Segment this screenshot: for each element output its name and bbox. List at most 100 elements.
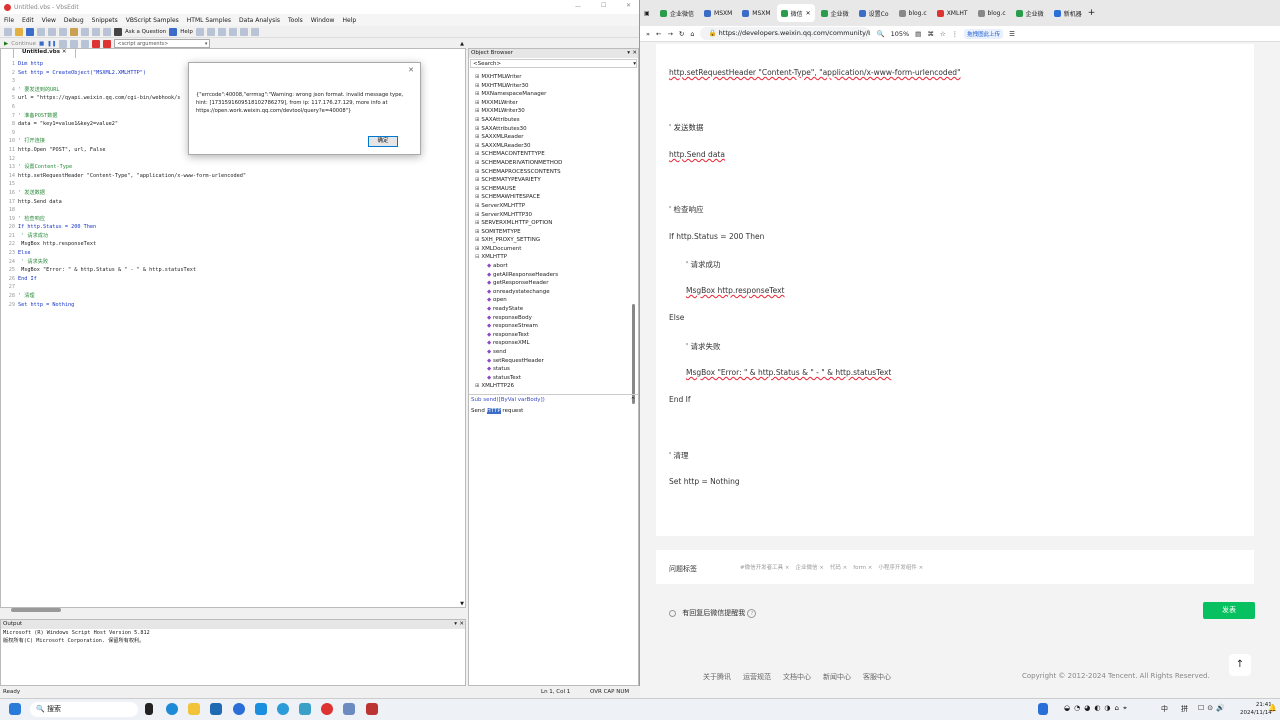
maximize-icon[interactable]: ☐ (601, 2, 606, 9)
object-browser-item[interactable]: ◆ setRequestHeader (475, 357, 625, 366)
browser-tab[interactable]: 微信 ✕ (776, 4, 815, 22)
code-line[interactable]: 13 ' 设置Content-Type (1, 163, 465, 172)
tool-icon-2[interactable] (206, 27, 215, 36)
continue-icon[interactable]: ▶ (4, 41, 8, 47)
footer-link[interactable]: 运营规范 (743, 672, 771, 682)
vertical-scrollbar[interactable] (632, 304, 635, 404)
cut-icon[interactable] (48, 27, 56, 36)
object-browser-item[interactable]: ⊞ MXXMLWriter (475, 99, 625, 108)
object-browser-item[interactable]: ⊞ SCHEMADERIVATIONMETHOD (475, 159, 625, 168)
object-browser-item[interactable]: ◆ abort (475, 262, 625, 271)
ime-indicator[interactable]: 中 (1161, 704, 1168, 714)
paste-icon[interactable] (70, 27, 78, 36)
extension-badge[interactable]: 拖拽图此上传 (964, 28, 1004, 39)
redo-icon[interactable] (92, 27, 100, 36)
copy-icon[interactable] (59, 27, 67, 36)
object-browser-item[interactable]: ⊞ ServerXMLHTTP30 (475, 211, 625, 220)
tag-chip[interactable]: 企业微信 × (795, 563, 823, 571)
sidebar-toggle-icon[interactable]: » (646, 30, 650, 38)
code-line[interactable]: 15 (1, 180, 465, 189)
output-pin-icon[interactable]: ▾ (454, 620, 457, 629)
panel-close-icon[interactable]: ✕ (632, 49, 637, 58)
object-browser-search[interactable]: <Search> ▾ (470, 59, 637, 68)
tray-icons[interactable]: ◒◔◕◐◑⌂⌖ (1064, 704, 1131, 713)
menu-window[interactable]: Window (311, 17, 335, 24)
tag-chip[interactable]: #微信开发者工具 × (740, 563, 789, 571)
object-browser-item[interactable]: ⊞ XMLHTTP26 (475, 382, 625, 391)
menu-html-samples[interactable]: HTML Samples (187, 17, 231, 24)
tag-remove-icon[interactable]: × (866, 565, 873, 571)
object-browser-item[interactable]: ⊞ SXH_PROXY_SETTING (475, 236, 625, 245)
task-view-icon[interactable] (145, 703, 153, 715)
menu-file[interactable]: File (4, 17, 14, 24)
code-line[interactable]: 18 (1, 206, 465, 215)
favorite-icon[interactable]: ☆ (940, 30, 946, 38)
code-line[interactable]: 28 ' 清理 (1, 292, 465, 301)
tool-icon-3[interactable] (217, 27, 226, 36)
object-browser-item[interactable]: ⊞ MXNamespaceManager (475, 90, 625, 99)
object-browser-item[interactable]: ⊞ SCHEMACONTENTTYPE (475, 150, 625, 159)
menu-data-analysis[interactable]: Data Analysis (239, 17, 280, 24)
tool-icon-6[interactable] (250, 27, 259, 36)
object-browser-item[interactable]: ⊞ MXHTMLWriter (475, 73, 625, 82)
search-app-icon[interactable] (233, 703, 245, 715)
stop-icon[interactable]: ■ (39, 41, 44, 47)
save-icon[interactable] (26, 27, 34, 36)
new-file-icon[interactable] (4, 27, 12, 36)
vbsedit-taskbar-icon[interactable] (366, 703, 378, 715)
object-browser-item[interactable]: ◆ statusText (475, 374, 625, 383)
code-line[interactable]: 20 If http.Status = 200 Then (1, 223, 465, 232)
url-field[interactable]: 🔒 https://developers.weixin.qq.com/commu… (700, 27, 871, 40)
browser-tab[interactable]: 企业微信 (656, 4, 698, 22)
info-icon[interactable]: ? (747, 609, 757, 618)
search-dropdown-icon[interactable]: ▾ (633, 60, 636, 68)
footer-link[interactable]: 关于腾讯 (703, 672, 731, 682)
start-icon[interactable] (9, 703, 21, 715)
object-browser-item[interactable]: ◆ send (475, 348, 625, 357)
menu-vbscript-samples[interactable]: VBScript Samples (126, 17, 179, 24)
object-browser-item[interactable]: ◆ responseStream (475, 322, 625, 331)
menu-tools[interactable]: Tools (288, 17, 303, 24)
chat-icon[interactable] (277, 703, 289, 715)
tool-icon-1[interactable] (195, 27, 204, 36)
code-line[interactable]: 22 MsgBox http.responseText (1, 240, 465, 249)
chevron-down-icon[interactable]: ▾ (205, 40, 208, 48)
weixin-work-icon[interactable] (321, 703, 333, 715)
step-out-icon[interactable] (81, 39, 90, 48)
tag-remove-icon[interactable]: × (783, 565, 790, 571)
reader-icon[interactable]: ▤ (915, 30, 921, 38)
store-icon[interactable] (210, 703, 222, 715)
object-browser-item[interactable]: ⊞ XMLDocument (475, 245, 625, 254)
edge-icon[interactable] (166, 703, 178, 715)
browser-tab[interactable]: blog.c (895, 4, 931, 22)
tag-remove-icon[interactable]: × (841, 565, 848, 571)
back-to-top-button[interactable]: ↑ (1229, 654, 1251, 676)
code-line[interactable]: 19 ' 检查响应 (1, 215, 465, 224)
footer-link[interactable]: 文档中心 (783, 672, 811, 682)
tag-chip[interactable]: form × (853, 565, 872, 571)
code-line[interactable]: 17 http.Send data (1, 198, 465, 207)
forward-icon[interactable]: → (667, 30, 672, 38)
menu-view[interactable]: View (42, 17, 56, 24)
object-browser-item[interactable]: ◆ onreadystatechange (475, 288, 625, 297)
doc-tab-untitled[interactable]: Untitled.vbs ✕ (13, 48, 76, 58)
help-icon[interactable] (169, 27, 178, 36)
network-app-icon[interactable] (343, 703, 355, 715)
browser-tab[interactable]: 企业微 (1012, 4, 1048, 22)
object-browser-item[interactable]: ◆ responseText (475, 331, 625, 340)
clock[interactable]: 21:41 2024/11/14 (1240, 701, 1272, 717)
object-browser-item[interactable]: ◆ responseXML (475, 339, 625, 348)
tag-remove-icon[interactable]: × (917, 565, 924, 571)
object-browser-item[interactable]: ⊞ SCHEMAWHITESPACE (475, 193, 625, 202)
notify-option[interactable]: 有回复后微信提醒我 ? (669, 608, 757, 618)
code-line[interactable]: 14 http.setRequestHeader "Content-Type", … (1, 172, 465, 181)
step-over-icon[interactable] (70, 39, 79, 48)
taskbar-search[interactable]: 🔍 搜索 (30, 702, 138, 717)
tag-chip[interactable]: 代码 × (830, 563, 847, 571)
home-icon[interactable]: ⌂ (690, 30, 694, 38)
translate-icon[interactable]: ⌘ (927, 30, 934, 38)
menu-snippets[interactable]: Snippets (92, 17, 118, 24)
object-browser-item[interactable]: ◆ getResponseHeader (475, 279, 625, 288)
desktop-icon[interactable] (1038, 703, 1048, 715)
tool-icon-5[interactable] (239, 27, 248, 36)
